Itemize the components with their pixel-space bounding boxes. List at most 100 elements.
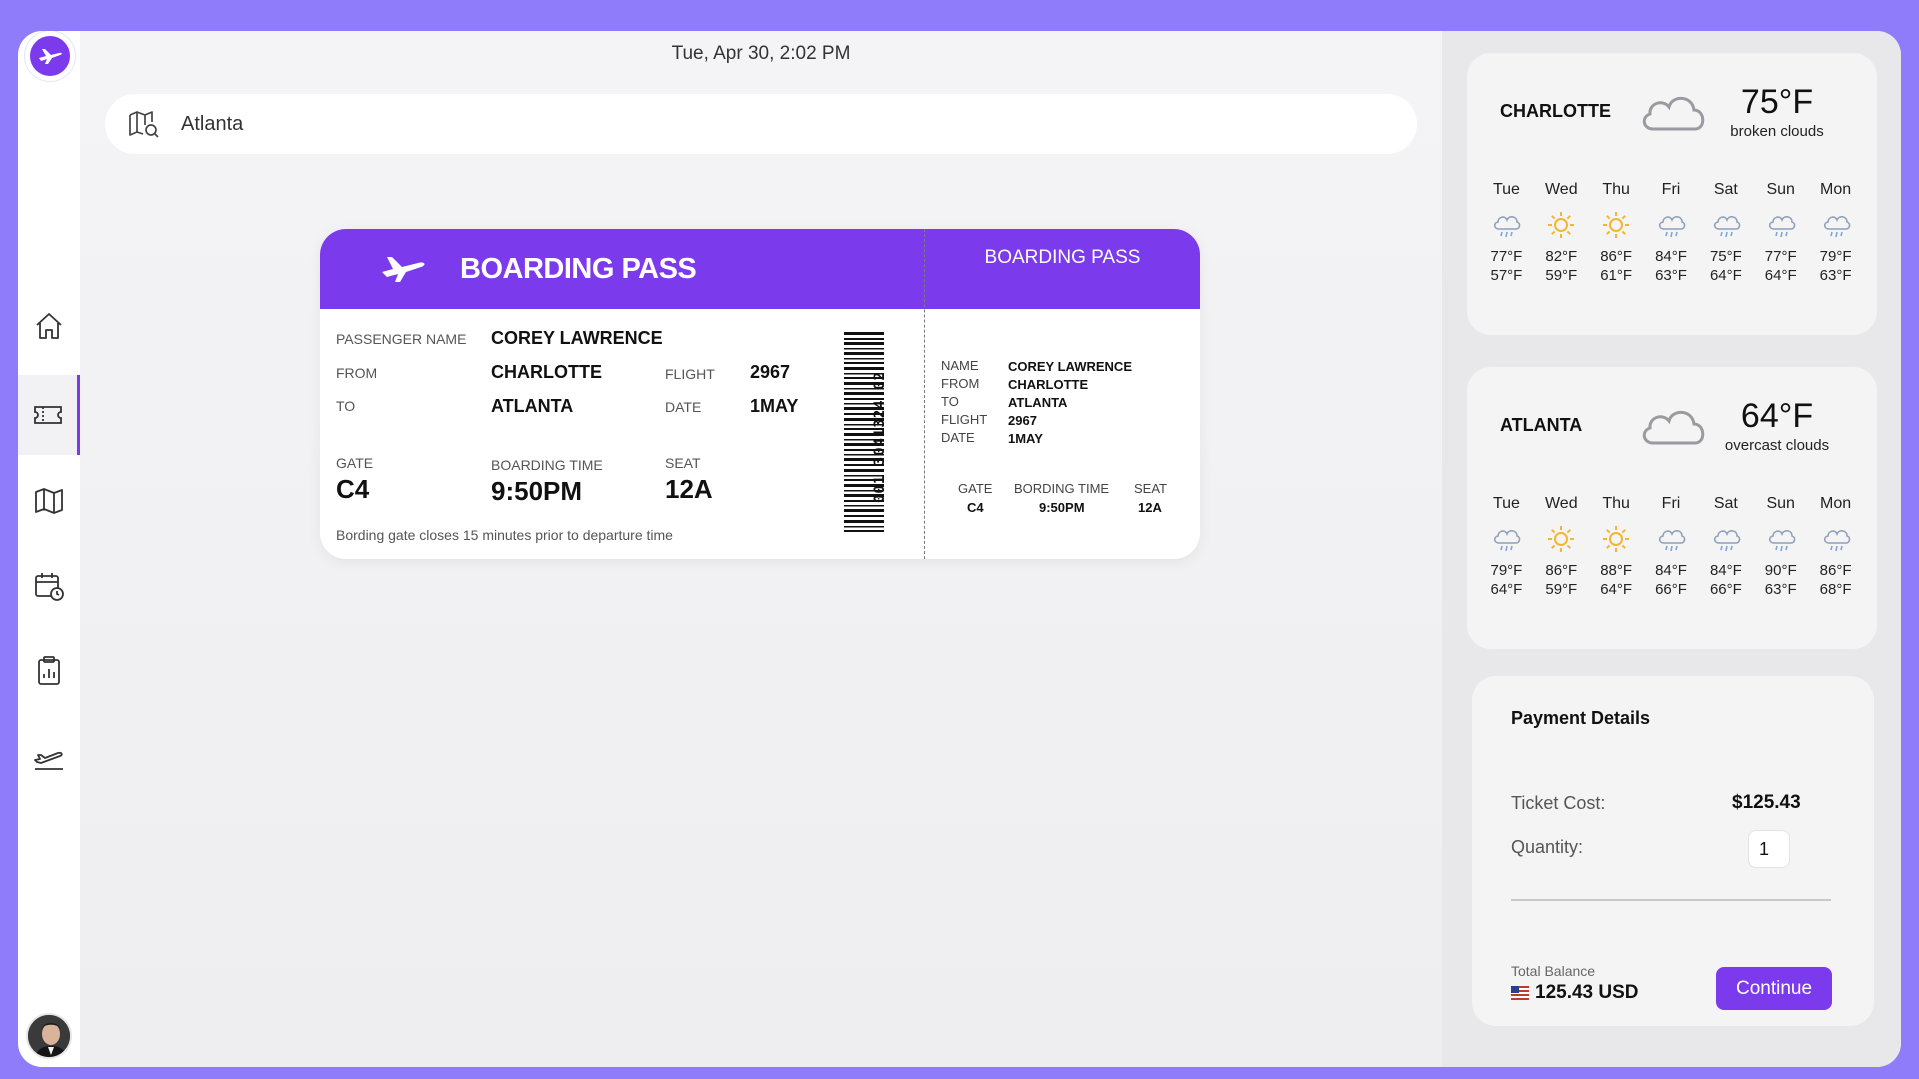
rain-cloud-icon — [1479, 203, 1534, 247]
forecast-day: Mon 86°F 68°F — [1808, 495, 1863, 599]
to-label: TO — [336, 398, 356, 414]
rain-cloud-icon — [1753, 517, 1808, 561]
rain-cloud-icon — [1479, 517, 1534, 561]
forecast-day-name: Sun — [1766, 181, 1795, 198]
payment-card: Payment Details Ticket Cost: $125.43 Qua… — [1472, 676, 1874, 1026]
forecast-day: Tue 79°F 64°F — [1479, 495, 1534, 599]
passenger-name: COREY LAWRENCE — [491, 328, 663, 348]
stub-to: ATLANTA — [1008, 395, 1068, 410]
forecast-high: 86°F — [1819, 562, 1852, 579]
search-bar[interactable] — [105, 94, 1417, 154]
logo[interactable] — [25, 31, 75, 81]
forecast-low: 61°F — [1600, 267, 1633, 284]
sidebar-item-flights[interactable] — [18, 717, 80, 797]
stub-time: 9:50PM — [1039, 500, 1085, 515]
plane-icon — [382, 257, 425, 282]
forecast-low: 64°F — [1709, 267, 1742, 284]
forecast-day-name: Thu — [1602, 181, 1630, 198]
stub-title: BOARDING PASS — [984, 247, 1141, 268]
boarding-note: Bording gate closes 15 minutes prior to … — [336, 527, 673, 543]
forecast-row: Tue 77°F 57°F Wed 82°F 59°F Thu 86°F 61°F Fri 84°F… — [1479, 181, 1863, 285]
stub-date-label: DATE — [941, 430, 975, 445]
sidebar-item-map[interactable] — [18, 461, 80, 541]
gate-label: GATE — [336, 455, 374, 471]
stub-time-label: BORDING TIME — [1014, 481, 1110, 496]
forecast-day-name: Sat — [1713, 495, 1738, 512]
forecast-day: Wed 86°F 59°F — [1534, 495, 1589, 599]
forecast-day: Sat 84°F 66°F — [1698, 495, 1753, 599]
rain-cloud-icon — [1644, 517, 1699, 561]
boarding-pass: BOARDING PASS BOARDING PASS PASSENGER NA… — [320, 229, 1200, 559]
app-window: Tue, Apr 30, 2:02 PM BOARDING PASS BOARD… — [18, 31, 1901, 1067]
forecast-day-name: Fri — [1661, 495, 1681, 512]
forecast-day-name: Thu — [1602, 495, 1630, 512]
right-panel: CHARLOTTE 75°F broken clouds Tue 77°F 57°F… — [1442, 31, 1901, 1067]
avatar[interactable] — [26, 1013, 72, 1059]
sidebar-item-reports[interactable] — [18, 631, 80, 711]
barcode-number: 001 3041324 02 — [872, 371, 888, 504]
forecast-day-name: Wed — [1544, 181, 1578, 198]
forecast-low: 66°F — [1655, 581, 1687, 598]
forecast-day: Wed 82°F 59°F — [1534, 181, 1589, 285]
forecast-low: 64°F — [1764, 267, 1797, 284]
forecast-day-name: Mon — [1820, 181, 1852, 198]
forecast-high: 84°F — [1655, 562, 1687, 579]
seat-value: 12A — [665, 474, 713, 504]
weather-desc: overcast clouds — [1724, 437, 1830, 454]
forecast-day: Sun 90°F 63°F — [1753, 495, 1808, 599]
forecast-high: 79°F — [1490, 562, 1523, 579]
quantity-input[interactable]: 1 — [1748, 830, 1790, 868]
seat-label: SEAT — [665, 455, 701, 471]
rain-cloud-icon — [1808, 517, 1863, 561]
sidebar-item-home[interactable] — [18, 286, 80, 366]
forecast-low: 57°F — [1490, 267, 1523, 284]
sidebar-item-tickets[interactable] — [18, 375, 80, 455]
forecast-high: 90°F — [1764, 562, 1797, 579]
forecast-day-name: Tue — [1492, 181, 1520, 198]
boarding-pass-title: BOARDING PASS — [460, 253, 697, 285]
weather-city: ATLANTA — [1500, 415, 1583, 435]
cloud-icon — [1642, 96, 1705, 131]
stub-flight-label: FLIGHT — [941, 412, 988, 427]
flight-label: FLIGHT — [665, 366, 715, 382]
forecast-high: 77°F — [1490, 248, 1523, 265]
forecast-high: 86°F — [1545, 562, 1578, 579]
stub-flight: 2967 — [1008, 413, 1037, 428]
sidebar-item-schedule[interactable] — [18, 546, 80, 626]
payment-divider — [1511, 899, 1831, 901]
stub-from-label: FROM — [941, 376, 980, 391]
calendar-clock-icon — [35, 573, 64, 601]
forecast-day: Sun 77°F 64°F — [1753, 181, 1808, 285]
datetime: Tue, Apr 30, 2:02 PM — [671, 43, 851, 64]
forecast-day: Fri 84°F 63°F — [1644, 181, 1699, 285]
plane-departure-icon — [34, 751, 63, 770]
forecast-low: 64°F — [1600, 581, 1633, 598]
forecast-day-name: Mon — [1820, 495, 1852, 512]
forecast-high: 75°F — [1709, 248, 1742, 265]
gate-value: C4 — [336, 474, 370, 504]
forecast-day: Thu 88°F 64°F — [1589, 495, 1644, 599]
stub-seat-label: SEAT — [1134, 481, 1167, 496]
from-city: CHARLOTTE — [491, 362, 602, 382]
passenger-name-label: PASSENGER NAME — [336, 331, 467, 347]
sun-icon — [1589, 517, 1644, 561]
sun-icon — [1534, 517, 1589, 561]
plane-logo-icon — [39, 49, 62, 64]
weather-temp: 64°F — [1740, 397, 1814, 435]
forecast-day: Sat 75°F 64°F — [1698, 181, 1753, 285]
forecast-low: 63°F — [1655, 267, 1687, 284]
sun-icon — [1534, 203, 1589, 247]
continue-button[interactable]: Continue — [1716, 967, 1832, 1010]
clipboard-chart-icon — [38, 656, 60, 685]
sun-icon — [1589, 203, 1644, 247]
quantity-label: Quantity: — [1511, 837, 1584, 857]
forecast-low: 59°F — [1545, 267, 1578, 284]
stub-gate: C4 — [967, 500, 984, 515]
weather-card-charlotte: CHARLOTTE 75°F broken clouds Tue 77°F 57°F… — [1467, 53, 1877, 335]
to-city: ATLANTA — [491, 396, 574, 416]
rain-cloud-icon — [1698, 203, 1753, 247]
boarding-pass-header: BOARDING PASS BOARDING PASS — [320, 229, 1200, 309]
search-input[interactable] — [181, 112, 1081, 136]
forecast-high: 88°F — [1600, 562, 1633, 579]
us-flag-icon — [1511, 986, 1529, 1000]
